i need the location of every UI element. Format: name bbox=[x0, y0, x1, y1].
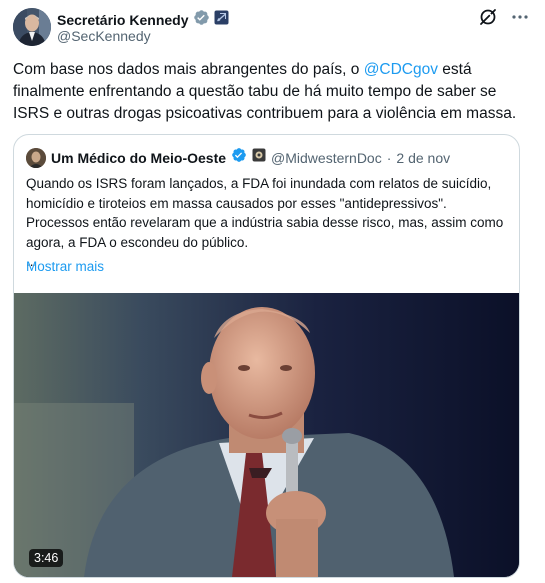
author-avatar[interactable] bbox=[13, 8, 51, 46]
author-name[interactable]: Secretário Kennedy bbox=[57, 12, 189, 28]
show-more-link[interactable]: Mostrar mais bbox=[26, 259, 104, 274]
organization-badge-icon bbox=[252, 148, 266, 167]
tweet-text-before: Com base nos dados mais abrangentes do p… bbox=[13, 61, 364, 78]
verified-badge-icon bbox=[231, 147, 247, 168]
tweet-text: Com base nos dados mais abrangentes do p… bbox=[13, 59, 533, 125]
grok-icon[interactable] bbox=[479, 8, 497, 31]
quoted-date[interactable]: 2 de nov bbox=[396, 150, 450, 166]
quoted-avatar[interactable] bbox=[26, 147, 46, 168]
quoted-tweet-card[interactable]: Um Médico do Meio-Oeste @MidwesternDoc ·… bbox=[13, 134, 520, 578]
meta-separator: · bbox=[386, 149, 392, 166]
author-handle[interactable]: @SecKennedy bbox=[57, 28, 151, 44]
verified-badge-icon[interactable] bbox=[193, 9, 210, 31]
tweet-actions-top bbox=[479, 8, 529, 31]
more-options-icon[interactable] bbox=[511, 8, 529, 31]
government-badge-icon[interactable] bbox=[214, 10, 229, 30]
cdcgov-mention-link[interactable]: @CDCgov bbox=[364, 61, 438, 78]
video-frame bbox=[14, 293, 519, 577]
quoted-text: Quando os ISRS foram lançados, a FDA foi… bbox=[26, 176, 504, 269]
video-duration: 3:46 bbox=[29, 549, 64, 567]
quoted-header: Um Médico do Meio-Oeste @MidwesternDoc ·… bbox=[26, 147, 450, 168]
video-player[interactable]: 3:46 bbox=[14, 293, 519, 577]
quoted-handle[interactable]: @MidwesternDoc bbox=[271, 150, 382, 166]
quoted-author-name[interactable]: Um Médico do Meio-Oeste bbox=[51, 150, 226, 166]
